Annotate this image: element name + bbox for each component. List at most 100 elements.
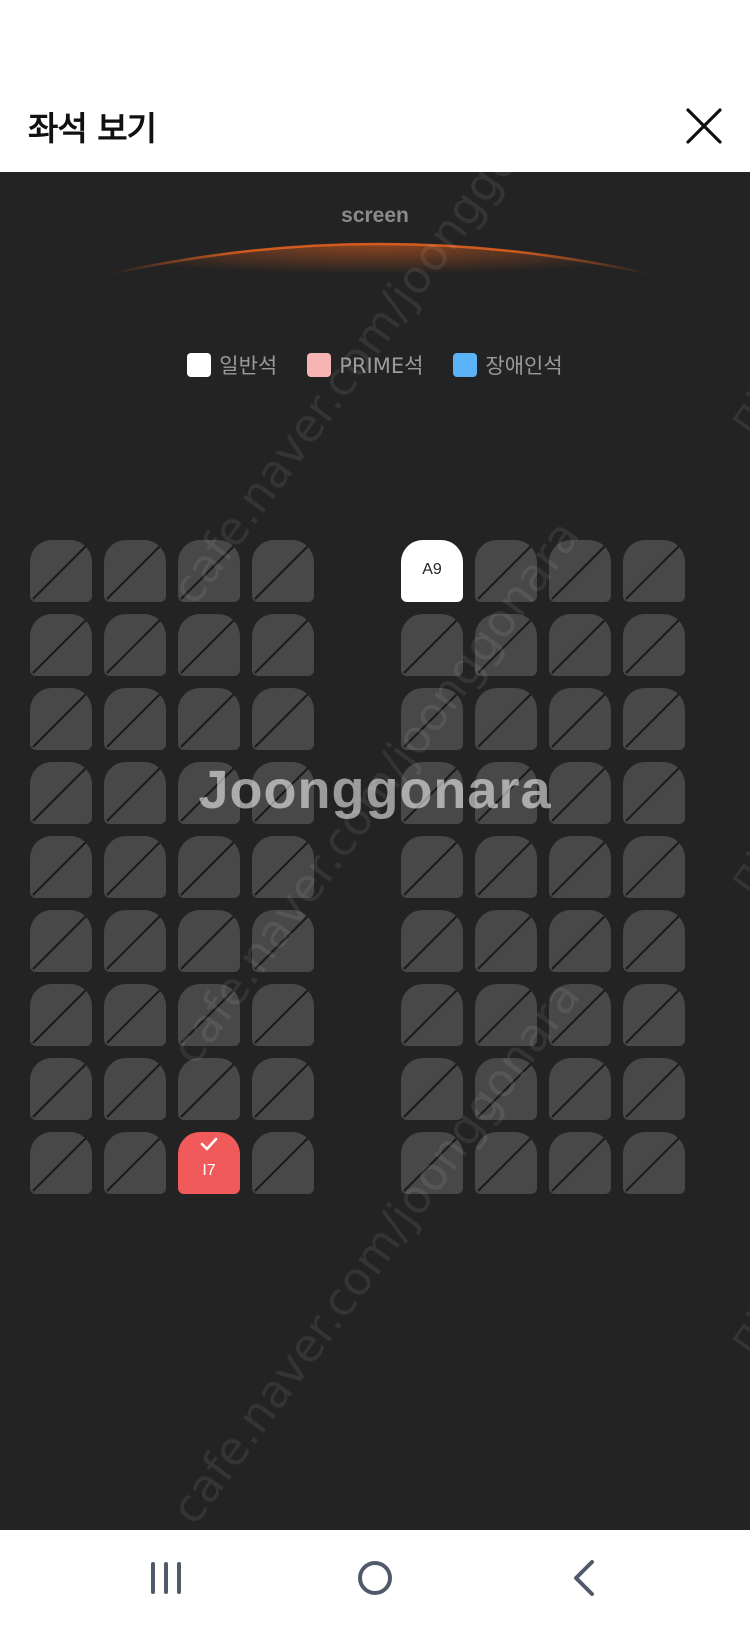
seat-unavailable bbox=[549, 1132, 611, 1194]
unavailable-slash-icon bbox=[180, 1060, 238, 1118]
status-bar bbox=[0, 0, 750, 80]
unavailable-slash-icon bbox=[106, 1060, 164, 1118]
unavailable-slash-icon bbox=[551, 1060, 609, 1118]
seat-unavailable bbox=[401, 688, 463, 750]
seat-unavailable bbox=[475, 836, 537, 898]
recent-apps-button[interactable] bbox=[144, 1556, 188, 1600]
seat-label: A9 bbox=[422, 561, 442, 578]
seat-unavailable bbox=[252, 688, 314, 750]
seat-unavailable bbox=[252, 614, 314, 676]
seat-unavailable bbox=[30, 688, 92, 750]
unavailable-slash-icon bbox=[551, 912, 609, 970]
watermark-side-text: 미 bbox=[722, 1303, 750, 1370]
unavailable-slash-icon bbox=[106, 616, 164, 674]
unavailable-slash-icon bbox=[254, 838, 312, 896]
back-icon bbox=[574, 1560, 594, 1596]
seat-unavailable bbox=[401, 836, 463, 898]
seat-unavailable bbox=[475, 614, 537, 676]
unavailable-slash-icon bbox=[254, 986, 312, 1044]
header: 좌석 보기 bbox=[0, 80, 750, 172]
unavailable-slash-icon bbox=[180, 616, 238, 674]
check-icon bbox=[200, 1137, 218, 1151]
unavailable-slash-icon bbox=[551, 1134, 609, 1192]
legend-item: 장애인석 bbox=[453, 350, 563, 380]
legend-swatch bbox=[187, 353, 212, 377]
seat-unavailable bbox=[252, 1058, 314, 1120]
unavailable-slash-icon bbox=[403, 986, 461, 1044]
unavailable-slash-icon bbox=[625, 1060, 683, 1118]
unavailable-slash-icon bbox=[403, 1060, 461, 1118]
unavailable-slash-icon bbox=[477, 912, 535, 970]
seat-unavailable bbox=[401, 1132, 463, 1194]
seat-unavailable bbox=[178, 614, 240, 676]
unavailable-slash-icon bbox=[551, 838, 609, 896]
home-button[interactable] bbox=[353, 1556, 397, 1600]
seat-unavailable bbox=[252, 1132, 314, 1194]
unavailable-slash-icon bbox=[106, 764, 164, 822]
seat-unavailable bbox=[104, 910, 166, 972]
unavailable-slash-icon bbox=[180, 912, 238, 970]
seat-unavailable bbox=[623, 910, 685, 972]
unavailable-slash-icon bbox=[625, 764, 683, 822]
seat-label: I7 bbox=[202, 1162, 216, 1179]
seat-unavailable bbox=[104, 762, 166, 824]
unavailable-slash-icon bbox=[477, 1134, 535, 1192]
back-button[interactable] bbox=[564, 1556, 608, 1600]
unavailable-slash-icon bbox=[32, 690, 90, 748]
seat-unavailable bbox=[178, 688, 240, 750]
unavailable-slash-icon bbox=[180, 838, 238, 896]
watermark-side-text: 미 bbox=[722, 383, 750, 450]
legend-label: PRIME석 bbox=[339, 354, 424, 378]
close-icon bbox=[686, 108, 722, 144]
unavailable-slash-icon bbox=[625, 838, 683, 896]
unavailable-slash-icon bbox=[180, 764, 238, 822]
unavailable-slash-icon bbox=[551, 986, 609, 1044]
seat-unavailable bbox=[30, 984, 92, 1046]
seat-unavailable bbox=[549, 614, 611, 676]
seat-unavailable bbox=[549, 1058, 611, 1120]
unavailable-slash-icon bbox=[403, 838, 461, 896]
unavailable-slash-icon bbox=[477, 1060, 535, 1118]
unavailable-slash-icon bbox=[254, 912, 312, 970]
seat-unavailable bbox=[178, 910, 240, 972]
unavailable-slash-icon bbox=[254, 542, 312, 600]
unavailable-slash-icon bbox=[254, 690, 312, 748]
seat-unavailable bbox=[549, 540, 611, 602]
seat-unavailable bbox=[623, 762, 685, 824]
unavailable-slash-icon bbox=[32, 764, 90, 822]
seat-available[interactable]: A9 bbox=[401, 540, 463, 602]
legend-item: PRIME석 bbox=[307, 350, 423, 380]
unavailable-slash-icon bbox=[403, 690, 461, 748]
legend-swatch bbox=[453, 353, 478, 377]
watermark-text: cafe.naver.com/joonggonara bbox=[160, 969, 591, 1530]
unavailable-slash-icon bbox=[625, 690, 683, 748]
seat-unavailable bbox=[475, 540, 537, 602]
seat-unavailable bbox=[475, 910, 537, 972]
seat-unavailable bbox=[178, 836, 240, 898]
unavailable-slash-icon bbox=[477, 542, 535, 600]
seat-unavailable bbox=[623, 1058, 685, 1120]
seat-unavailable bbox=[549, 984, 611, 1046]
seat-map: screen 일반석 PRIME석 장애인석 A9 I7 cafe.naver.com… bbox=[0, 172, 750, 1530]
unavailable-slash-icon bbox=[254, 764, 312, 822]
seat-unavailable bbox=[178, 984, 240, 1046]
unavailable-slash-icon bbox=[551, 542, 609, 600]
seat-unavailable bbox=[178, 762, 240, 824]
unavailable-slash-icon bbox=[403, 764, 461, 822]
home-icon bbox=[358, 1561, 392, 1595]
unavailable-slash-icon bbox=[32, 542, 90, 600]
seat-unavailable bbox=[30, 1058, 92, 1120]
seat-unavailable bbox=[104, 614, 166, 676]
seat-selected[interactable]: I7 bbox=[178, 1132, 240, 1194]
seat-legend: 일반석 PRIME석 장애인석 bbox=[0, 350, 750, 380]
seat-unavailable bbox=[549, 836, 611, 898]
close-button[interactable] bbox=[682, 104, 726, 148]
seat-unavailable bbox=[475, 762, 537, 824]
unavailable-slash-icon bbox=[32, 616, 90, 674]
seat-unavailable bbox=[30, 836, 92, 898]
unavailable-slash-icon bbox=[254, 616, 312, 674]
unavailable-slash-icon bbox=[254, 1060, 312, 1118]
seat-unavailable bbox=[401, 1058, 463, 1120]
unavailable-slash-icon bbox=[32, 986, 90, 1044]
seat-unavailable bbox=[252, 762, 314, 824]
